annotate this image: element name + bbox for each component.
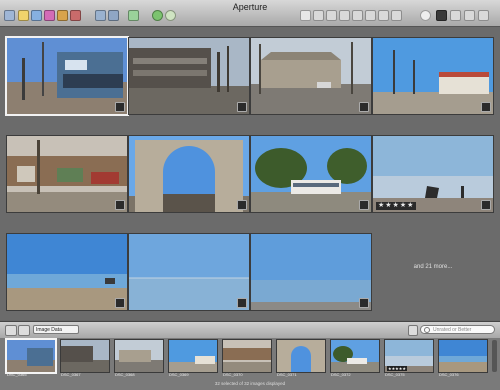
aperture-window: Aperture ★★★★★ and 21 more... Image Data… — [0, 0, 500, 390]
rotate-tool-icon[interactable] — [313, 10, 324, 21]
badge-icon — [115, 298, 125, 308]
image-thumbnail[interactable] — [7, 234, 127, 310]
image-thumbnail[interactable] — [373, 38, 493, 114]
search-placeholder: Unrated or Better — [433, 327, 472, 333]
import-icon[interactable] — [4, 10, 15, 21]
filmstrip-label: DSC_0367 — [61, 372, 81, 377]
new-project-icon[interactable] — [18, 10, 29, 21]
filmstrip-thumbnail[interactable] — [223, 340, 271, 372]
rating-stars: ★★★★★ — [376, 202, 417, 210]
smart-album-icon[interactable] — [44, 10, 55, 21]
sync-icon[interactable] — [152, 10, 163, 21]
image-thumbnail[interactable] — [251, 38, 371, 114]
status-text: 32 selected of 32 images displayed — [214, 381, 286, 386]
spot-tool-icon[interactable] — [365, 10, 376, 21]
filmstrip-label: DSC_0372 — [331, 372, 351, 377]
crop-tool-icon[interactable] — [339, 10, 350, 21]
rotate-left-icon[interactable] — [128, 10, 139, 21]
badge-icon — [481, 200, 491, 210]
badge-icon — [359, 298, 369, 308]
filmstrip-label: DSC_0369 — [169, 372, 189, 377]
redeye-tool-icon[interactable] — [352, 10, 363, 21]
lift-tool-icon[interactable] — [378, 10, 389, 21]
filmstrip-label: DSC_0368 — [115, 372, 135, 377]
select-tool-icon[interactable] — [300, 10, 311, 21]
filmstrip-thumbnail[interactable] — [169, 340, 217, 372]
rating-stars: ★★★★★ — [387, 366, 407, 371]
filmstrip-thumbnail[interactable]: ★★★★★ — [385, 340, 433, 372]
stamp-tool-icon[interactable] — [391, 10, 402, 21]
badge-icon — [115, 200, 125, 210]
filmstrip-label: DSC_0371 — [277, 372, 297, 377]
main-viewer-icon[interactable] — [450, 10, 461, 21]
viewer-mode-icon[interactable] — [436, 10, 447, 21]
badge-icon — [237, 298, 247, 308]
filmstrip-thumbnail[interactable] — [439, 340, 487, 372]
image-thumbnail[interactable] — [7, 136, 127, 212]
loupe-icon[interactable] — [420, 10, 431, 21]
image-thumbnail[interactable] — [129, 136, 249, 212]
browser-control-bar: Image Data Unrated or Better — [0, 321, 500, 339]
badge-icon — [115, 102, 125, 112]
filmstrip-label: DSC_0376 — [439, 372, 459, 377]
grid-view-icon[interactable] — [5, 325, 17, 336]
list-view-icon[interactable] — [18, 325, 30, 336]
image-browser: ★★★★★ and 21 more... — [0, 27, 500, 320]
image-thumbnail[interactable] — [129, 38, 249, 114]
search-input[interactable]: Unrated or Better — [420, 325, 495, 334]
light-table-icon[interactable] — [70, 10, 81, 21]
badge-icon — [359, 200, 369, 210]
filmstrip-thumbnail[interactable] — [115, 340, 163, 372]
filmstrip-scrollbar[interactable] — [492, 340, 497, 372]
filter-icon[interactable] — [408, 325, 418, 336]
image-thumbnail[interactable]: ★★★★★ — [373, 136, 493, 212]
image-thumbnail[interactable] — [129, 234, 249, 310]
search-icon — [424, 327, 430, 333]
filmstrip-label: DSC_0365 — [7, 372, 27, 377]
badge-icon — [359, 102, 369, 112]
filmstrip-label: DSC_0370 — [223, 372, 243, 377]
filmstrip-label: DSC_0375 — [385, 372, 405, 377]
filmstrip-thumbnail[interactable] — [7, 340, 55, 372]
filmstrip-thumbnail[interactable] — [61, 340, 109, 372]
filmstrip: DSC_0365 DSC_0367 DSC_0368 DSC_0369 DSC_… — [0, 338, 500, 390]
book-icon[interactable] — [57, 10, 68, 21]
fullscreen-icon[interactable] — [478, 10, 489, 21]
refresh-icon[interactable] — [165, 10, 176, 21]
toolbar: Aperture — [0, 0, 500, 27]
metadata-view-select[interactable]: Image Data — [33, 325, 79, 334]
straighten-tool-icon[interactable] — [326, 10, 337, 21]
image-thumbnail[interactable] — [7, 38, 127, 114]
inspector-icon[interactable] — [464, 10, 475, 21]
badge-icon — [481, 102, 491, 112]
pick-icon[interactable] — [108, 10, 119, 21]
filmstrip-thumbnail[interactable] — [277, 340, 325, 372]
image-thumbnail[interactable] — [251, 136, 371, 212]
image-thumbnail[interactable] — [251, 234, 371, 310]
new-album-icon[interactable] — [31, 10, 42, 21]
stack-icon[interactable] — [95, 10, 106, 21]
badge-icon — [237, 200, 247, 210]
more-images-label: and 21 more... — [413, 264, 453, 270]
filmstrip-thumbnail[interactable] — [331, 340, 379, 372]
badge-icon — [237, 102, 247, 112]
